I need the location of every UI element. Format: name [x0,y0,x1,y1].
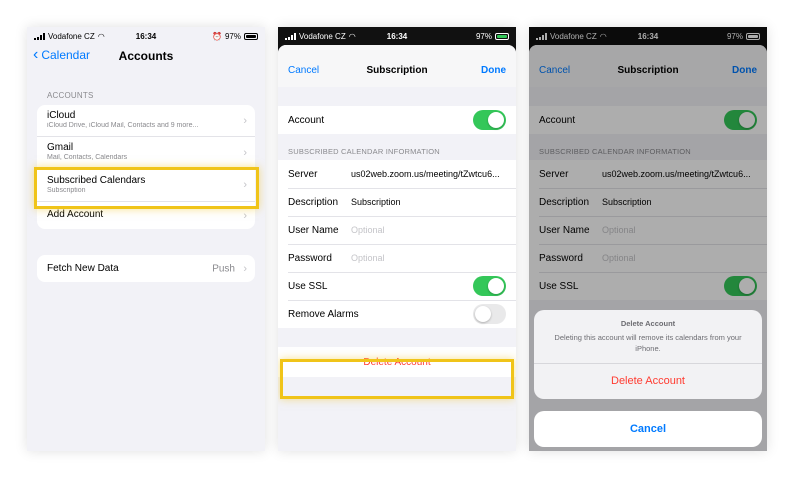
fetch-value: Push [212,263,235,274]
server-row[interactable]: Server us02web.zoom.us/meeting/tZwtcu6... [278,160,516,188]
account-name: Gmail [47,142,74,153]
username-field[interactable]: Optional [351,225,385,235]
chevron-right-icon: › [243,262,247,275]
remove-alarms-label: Remove Alarms [288,308,359,320]
navigation-bar: ‹ Calendar Accounts [27,45,265,71]
server-field[interactable]: us02web.zoom.us/meeting/tZwtcu6... [351,169,500,179]
action-cancel-button[interactable]: Cancel [534,411,762,447]
status-bar: Vodafone CZ ◠ 16:34 97% [278,27,516,45]
done-button[interactable]: Done [481,65,506,76]
account-label: Account [288,114,325,126]
account-name: iCloud [47,110,76,121]
info-section-header: SUBSCRIBED CALENDAR INFORMATION [288,147,440,156]
highlight-frame [280,359,514,399]
description-label: Description [288,196,339,208]
section-header-accounts: ACCOUNTS [47,91,94,100]
use-ssl-toggle[interactable] [473,276,506,296]
remove-alarms-row: Remove Alarms [278,300,516,328]
clock: 16:34 [386,31,408,41]
accounts-screen: Vodafone CZ ◠ 16:34 ⏰ 97% ‹ Calendar Accoun… [27,27,265,451]
battery-icon [244,32,258,40]
username-row[interactable]: User Name Optional [278,216,516,244]
sheet-navigation-bar: Cancel Subscription Done [278,45,516,87]
remove-alarms-toggle[interactable] [473,304,506,324]
delete-confirmation-screen: Vodafone CZ ◠ 16:34 97% Cancel Subscripti… [529,27,767,451]
action-sheet: Delete Account Deleting this account wil… [534,310,762,399]
server-label: Server [288,168,318,180]
confirm-delete-button[interactable]: Delete Account [534,364,762,399]
chevron-right-icon: › [243,146,247,159]
password-row[interactable]: Password Optional [278,244,516,272]
use-ssl-row: Use SSL [278,272,516,300]
account-toggle-row: Account [278,106,516,134]
add-account-label: Add Account [47,209,104,220]
status-bar: Vodafone CZ ◠ 16:34 ⏰ 97% [27,27,265,45]
description-row[interactable]: Description Subscription [278,188,516,216]
battery-icon [495,32,509,40]
password-field[interactable]: Optional [351,253,385,263]
clock: 16:34 [135,31,157,41]
highlight-frame [34,167,259,209]
password-label: Password [288,252,332,264]
action-sheet-message: Deleting this account will remove its ca… [534,328,762,364]
fetch-new-data-row[interactable]: Fetch New Data Push › [37,255,255,282]
account-detail: Mail, Contacts, Calendars [47,154,128,161]
account-row-gmail[interactable]: Gmail Mail, Contacts, Calendars › [37,137,255,169]
chevron-right-icon: › [243,114,247,127]
action-sheet-title: Delete Account [620,319,676,328]
account-toggle[interactable] [473,110,506,130]
fetch-group: Fetch New Data Push › [37,255,255,282]
chevron-right-icon: › [243,209,247,222]
account-row-icloud[interactable]: iCloud iCloud Drive, iCloud Mail, Contac… [37,105,255,137]
use-ssl-label: Use SSL [288,280,328,292]
subscription-screen: Vodafone CZ ◠ 16:34 97% Cancel Subscripti… [278,27,516,451]
username-label: User Name [288,224,339,236]
description-field[interactable]: Subscription [351,197,401,207]
account-detail: iCloud Drive, iCloud Mail, Contacts and … [47,122,199,129]
page-title: Accounts [118,49,174,63]
